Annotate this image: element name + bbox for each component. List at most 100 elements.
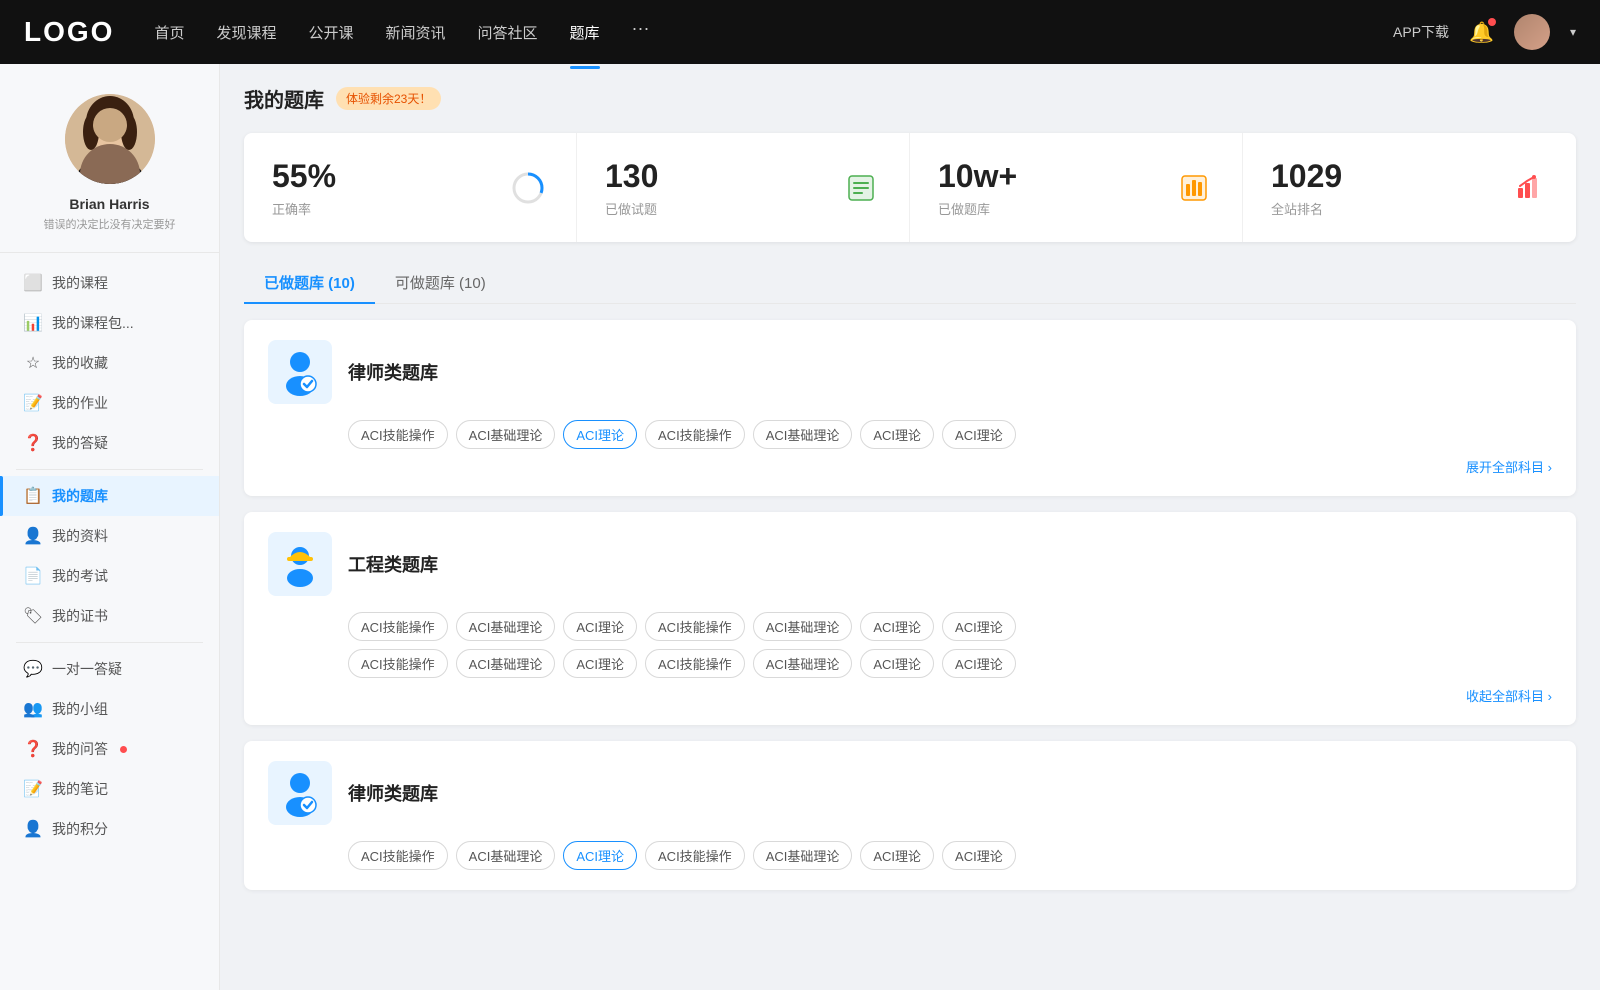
bank-tag-0-6[interactable]: ACI理论 [942,420,1016,449]
nav-question-bank[interactable]: 题库 [570,18,600,47]
bank-card-engineer: 工程类题库 ACI技能操作 ACI基础理论 ACI理论 ACI技能操作 ACI基… [244,512,1576,725]
bank-card-lawyer-1: 律师类题库 ACI技能操作 ACI基础理论 ACI理论 ACI技能操作 ACI基… [244,320,1576,496]
bank-tag-0-0[interactable]: ACI技能操作 [348,420,448,449]
bank-tag-1-1[interactable]: ACI基础理论 [456,612,556,641]
question-bank-icon: 📋 [24,487,42,505]
sidebar-item-my-course[interactable]: ⬜ 我的课程 [0,263,219,303]
bank-tag-1-6[interactable]: ACI理论 [942,612,1016,641]
app-download-link[interactable]: APP下载 [1393,22,1449,42]
bank-title-lawyer-2: 律师类题库 [348,780,438,806]
user-dropdown-arrow[interactable]: ▾ [1570,25,1576,39]
question-bank-tabs: 已做题库 (10) 可做题库 (10) [244,262,1576,304]
bank-tag-1-3[interactable]: ACI技能操作 [645,612,745,641]
stat-done-questions: 130 已做试题 [577,133,910,242]
bank-tag-1-7[interactable]: ACI技能操作 [348,649,448,678]
bank-tag-0-4[interactable]: ACI基础理论 [753,420,853,449]
sidebar-profile: Brian Harris 错误的决定比没有决定要好 [0,84,219,253]
bank-tag-2-6[interactable]: ACI理论 [942,841,1016,870]
my-course-pack-icon: 📊 [24,314,42,332]
accuracy-icon [508,168,548,208]
bank-expand-1[interactable]: 展开全部科目 › [1466,457,1552,476]
done-questions-icon [841,168,881,208]
sidebar-item-my-question-bank[interactable]: 📋 我的题库 [0,476,219,516]
sidebar-motto: 错误的决定比没有决定要好 [44,216,176,232]
tab-done[interactable]: 已做题库 (10) [244,262,375,303]
bank-tags-lawyer-2: ACI技能操作 ACI基础理论 ACI理论 ACI技能操作 ACI基础理论 AC… [348,841,1552,870]
bank-icon-lawyer-1 [268,340,332,404]
bank-collapse-engineer[interactable]: 收起全部科目 › [1466,686,1552,705]
sidebar-item-one-on-one[interactable]: 💬 一对一答疑 [0,649,219,689]
bank-tag-1-2[interactable]: ACI理论 [563,612,637,641]
rank-icon [1508,168,1548,208]
sidebar-item-my-course-pack[interactable]: 📊 我的课程包... [0,303,219,343]
sidebar-item-my-profile[interactable]: 👤 我的资料 [0,516,219,556]
sidebar: Brian Harris 错误的决定比没有决定要好 ⬜ 我的课程 📊 我的课程包… [0,64,220,990]
nav-news[interactable]: 新闻资讯 [386,18,446,47]
avatar [65,94,155,184]
sidebar-item-my-exam[interactable]: 📄 我的考试 [0,556,219,596]
notification-bell[interactable]: 🔔 [1469,20,1494,45]
bank-tag-1-0[interactable]: ACI技能操作 [348,612,448,641]
sidebar-item-my-qa[interactable]: ❓ 我的答疑 [0,423,219,463]
bank-tag-1-13[interactable]: ACI理论 [942,649,1016,678]
group-icon: 👥 [24,700,42,718]
nav-open-course[interactable]: 公开课 [308,18,353,47]
cert-icon: 🏷 [24,607,42,625]
homework-icon: 📝 [24,394,42,412]
bank-tag-1-4[interactable]: ACI基础理论 [753,612,853,641]
nav-qa[interactable]: 问答社区 [478,18,538,47]
notification-dot [1488,18,1496,26]
bank-tag-2-5[interactable]: ACI理论 [860,841,934,870]
my-course-icon: ⬜ [24,274,42,292]
sidebar-item-my-notes[interactable]: 📝 我的笔记 [0,769,219,809]
sidebar-item-my-favorites[interactable]: ☆ 我的收藏 [0,343,219,383]
sidebar-item-my-homework[interactable]: 📝 我的作业 [0,383,219,423]
bank-tag-0-1[interactable]: ACI基础理论 [456,420,556,449]
bank-icon-engineer [268,532,332,596]
profile-icon: 👤 [24,527,42,545]
accuracy-label: 正确率 [272,199,492,218]
bank-tag-2-3[interactable]: ACI技能操作 [645,841,745,870]
done-banks-icon [1174,168,1214,208]
avatar-image [1514,14,1550,50]
nav-home[interactable]: 首页 [154,18,184,47]
sidebar-item-my-cert[interactable]: 🏷 我的证书 [0,596,219,636]
bank-tag-0-5[interactable]: ACI理论 [860,420,934,449]
done-questions-label: 已做试题 [605,199,825,218]
stat-done-banks: 10w+ 已做题库 [910,133,1243,242]
bank-tag-1-10[interactable]: ACI技能操作 [645,649,745,678]
page-title: 我的题库 [244,84,324,113]
tab-available[interactable]: 可做题库 (10) [375,262,506,303]
avatar-svg [65,94,155,184]
user-avatar[interactable] [1514,14,1550,50]
nav-discover[interactable]: 发现课程 [216,18,276,47]
bank-tags-engineer-row1: ACI技能操作 ACI基础理论 ACI理论 ACI技能操作 ACI基础理论 AC… [348,612,1552,641]
bank-tag-0-3[interactable]: ACI技能操作 [645,420,745,449]
logo: LOGO [24,16,114,48]
bank-tags-engineer-row2: ACI技能操作 ACI基础理论 ACI理论 ACI技能操作 ACI基础理论 AC… [348,649,1552,678]
sidebar-item-my-group[interactable]: 👥 我的小组 [0,689,219,729]
bank-tag-1-12[interactable]: ACI理论 [860,649,934,678]
bank-tag-2-1[interactable]: ACI基础理论 [456,841,556,870]
questions-icon: ❓ [24,740,42,758]
bank-tag-1-11[interactable]: ACI基础理论 [753,649,853,678]
main-content: 我的题库 体验剩余23天！ 55% 正确率 [220,64,1600,990]
qa-icon: ❓ [24,434,42,452]
bank-tag-0-2[interactable]: ACI理论 [563,420,637,449]
nav-more[interactable]: ··· [632,18,650,47]
navbar-right: APP下载 🔔 ▾ [1393,14,1576,50]
bank-tag-1-5[interactable]: ACI理论 [860,612,934,641]
rank-label: 全站排名 [1271,199,1492,218]
bank-tag-1-9[interactable]: ACI理论 [563,649,637,678]
bank-tag-1-8[interactable]: ACI基础理论 [456,649,556,678]
bank-tag-2-2[interactable]: ACI理论 [563,841,637,870]
bank-tag-2-4[interactable]: ACI基础理论 [753,841,853,870]
page-header: 我的题库 体验剩余23天！ [244,84,1576,113]
trial-badge: 体验剩余23天！ [336,87,441,110]
page-layout: Brian Harris 错误的决定比没有决定要好 ⬜ 我的课程 📊 我的课程包… [0,64,1600,990]
sidebar-item-my-questions[interactable]: ❓ 我的问答 [0,729,219,769]
stat-rank: 1029 全站排名 [1243,133,1576,242]
done-banks-label: 已做题库 [938,199,1158,218]
sidebar-item-my-points[interactable]: 👤 我的积分 [0,809,219,849]
bank-tag-2-0[interactable]: ACI技能操作 [348,841,448,870]
